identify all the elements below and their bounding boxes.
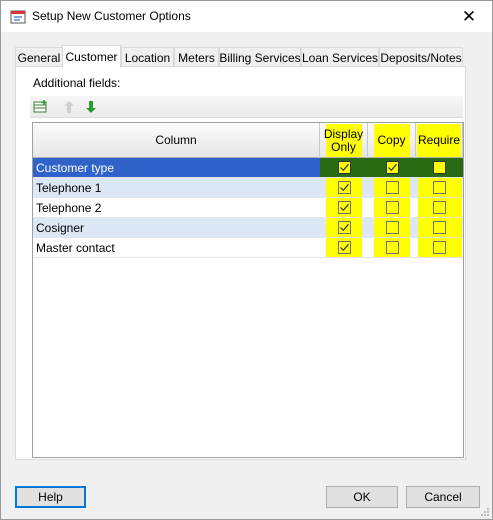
highlight-band <box>417 238 462 257</box>
help-button[interactable]: Help <box>15 486 86 508</box>
tab-location[interactable]: Location <box>121 47 174 67</box>
highlight-band <box>326 158 362 177</box>
display-only-cell <box>320 158 368 177</box>
title-bar[interactable]: Setup New Customer Options ✕ <box>1 1 492 32</box>
field-name-cell: Master contact <box>36 240 115 255</box>
copy-cell <box>368 238 416 257</box>
window-title: Setup New Customer Options <box>32 9 191 23</box>
display-only-checkbox[interactable] <box>337 241 351 254</box>
grid-header: Column Display Only Copy Require <box>33 123 463 158</box>
display-only-cell <box>320 198 368 217</box>
require-checkbox[interactable] <box>433 181 446 194</box>
ok-button[interactable]: OK <box>326 486 398 508</box>
close-icon: ✕ <box>461 6 477 26</box>
cancel-button[interactable]: Cancel <box>406 486 480 508</box>
field-name-cell: Telephone 2 <box>36 200 102 215</box>
header-display-only[interactable]: Display Only <box>320 123 368 158</box>
highlight-band <box>374 218 410 237</box>
copy-checkbox[interactable] <box>385 241 399 254</box>
fields-toolbar <box>30 96 463 118</box>
highlight-band <box>326 238 362 257</box>
tab-deposits-notes[interactable]: Deposits/Notes <box>379 47 463 67</box>
copy-checkbox[interactable] <box>385 181 399 194</box>
highlight-band <box>374 238 410 257</box>
table-row[interactable]: Cosigner <box>33 218 463 238</box>
highlight-band <box>326 198 362 217</box>
customer-tab-page: Additional fields: Column Display Only C… <box>15 66 466 460</box>
highlight-band <box>374 158 410 177</box>
move-down-arrow-icon <box>86 101 96 113</box>
checkmark-icon <box>339 163 349 172</box>
display-only-cell <box>320 238 368 257</box>
highlight-band <box>417 218 462 237</box>
field-name-cell: Customer type <box>36 160 115 175</box>
move-down-button[interactable] <box>82 98 100 116</box>
checkmark-icon <box>339 243 349 252</box>
add-field-button[interactable] <box>32 98 50 116</box>
require-cell <box>416 238 463 257</box>
field-name-cell: Telephone 1 <box>36 180 102 195</box>
header-require[interactable]: Require <box>416 123 463 158</box>
highlight-band <box>417 178 462 197</box>
highlight-band <box>418 158 462 177</box>
tab-general[interactable]: General <box>15 47 63 67</box>
header-column[interactable]: Column <box>33 123 320 158</box>
display-only-checkbox[interactable] <box>337 181 351 194</box>
copy-checkbox[interactable] <box>385 201 399 214</box>
add-field-icon <box>33 100 47 113</box>
require-cell <box>416 158 463 177</box>
move-up-arrow-icon <box>64 101 74 113</box>
checkmark-icon <box>339 223 349 232</box>
additional-fields-label: Additional fields: <box>33 76 121 90</box>
checkmark-icon <box>387 163 397 172</box>
require-checkbox[interactable] <box>433 221 446 234</box>
copy-checkbox[interactable] <box>385 161 399 174</box>
highlight-band <box>374 178 410 197</box>
copy-cell <box>368 178 416 197</box>
copy-checkbox[interactable] <box>385 221 399 234</box>
table-row[interactable]: Telephone 2 <box>33 198 463 218</box>
display-only-checkbox[interactable] <box>337 201 351 214</box>
checkmark-icon <box>339 203 349 212</box>
settings-dialog-icon <box>10 10 26 24</box>
table-row[interactable]: Customer type <box>33 158 463 178</box>
highlight-band <box>417 198 462 217</box>
tab-loan-services[interactable]: Loan Services <box>301 47 379 67</box>
require-checkbox[interactable] <box>433 241 446 254</box>
display-only-checkbox[interactable] <box>337 161 351 174</box>
move-up-button[interactable] <box>60 98 78 116</box>
require-cell <box>416 218 463 237</box>
resize-grip-icon[interactable] <box>480 507 490 517</box>
fields-grid: Column Display Only Copy Require Custome… <box>32 122 464 458</box>
require-cell <box>416 198 463 217</box>
display-only-cell <box>320 218 368 237</box>
tab-customer[interactable]: Customer <box>62 45 121 68</box>
dialog-window: Setup New Customer Options ✕ General Cus… <box>0 0 493 520</box>
highlight-band <box>326 178 362 197</box>
field-name-cell: Cosigner <box>36 220 85 235</box>
highlight-band <box>374 198 410 217</box>
require-checkbox[interactable] <box>433 201 446 214</box>
copy-cell <box>368 158 416 177</box>
highlight-band <box>326 218 362 237</box>
display-only-cell <box>320 178 368 197</box>
tab-meters[interactable]: Meters <box>174 47 219 67</box>
table-row[interactable]: Master contact <box>33 238 463 258</box>
table-row[interactable]: Telephone 1 <box>33 178 463 198</box>
require-checkbox[interactable] <box>433 161 446 174</box>
close-button[interactable]: ✕ <box>446 1 492 32</box>
checkmark-icon <box>339 183 349 192</box>
require-cell <box>416 178 463 197</box>
tab-billing-services[interactable]: Billing Services <box>219 47 301 67</box>
copy-cell <box>368 218 416 237</box>
header-copy[interactable]: Copy <box>368 123 416 158</box>
display-only-checkbox[interactable] <box>337 221 351 234</box>
copy-cell <box>368 198 416 217</box>
